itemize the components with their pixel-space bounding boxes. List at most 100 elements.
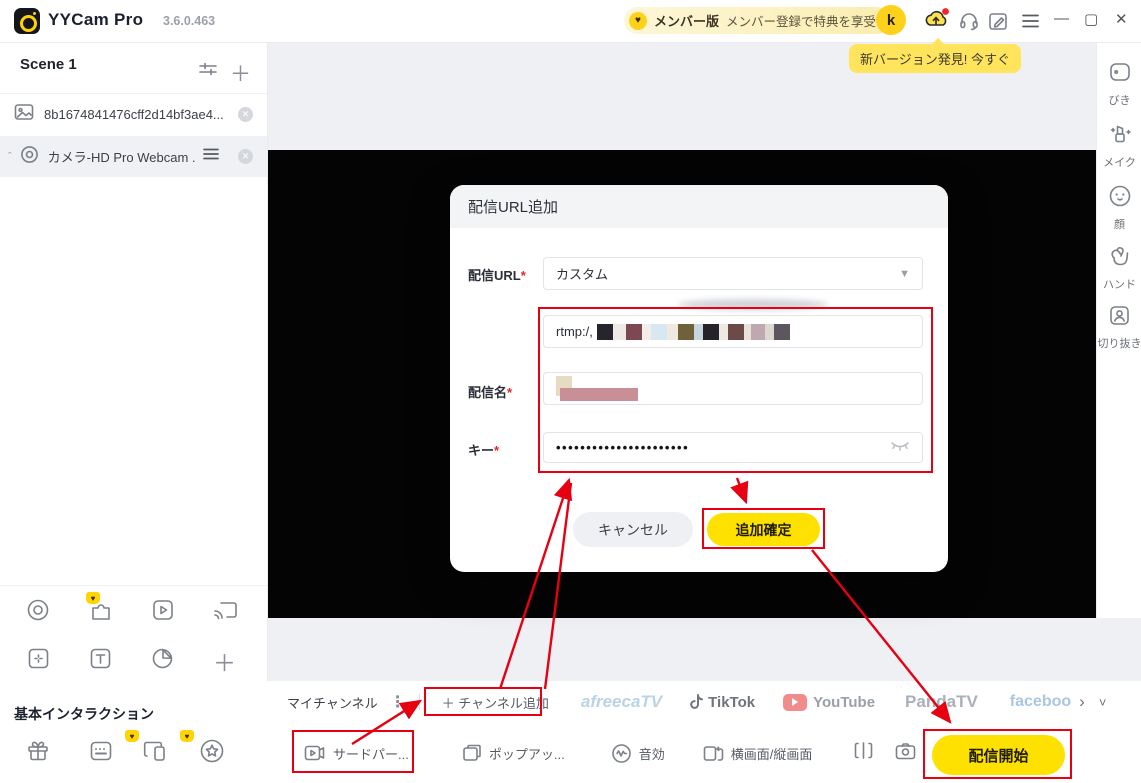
sound-wave-icon: [611, 743, 632, 764]
smiley-face-icon: [1108, 184, 1132, 208]
window-maximize-button[interactable]: ▢: [1084, 12, 1098, 27]
url-field-label: 配信URL*: [468, 265, 526, 284]
start-stream-button[interactable]: 配信開始: [932, 735, 1065, 775]
multi-device-icon[interactable]: [143, 739, 169, 768]
remove-source-icon[interactable]: ✕: [238, 107, 253, 122]
platform-facebook[interactable]: faceboo: [1010, 693, 1071, 711]
url-platform-select[interactable]: カスタム ▼: [543, 257, 923, 290]
key-field-label: キー*: [468, 440, 499, 459]
titlebar: YYCam Pro 3.6.0.463 ♥ メンバー版 メンバー登録で特典を享受…: [0, 0, 1141, 43]
add-channel-button[interactable]: ＋ チャンネル追加: [442, 693, 549, 712]
divider: [419, 694, 420, 710]
channel-bar: マイチャンネル ⋮ ＋ チャンネル追加 afreecaTV TikTok You…: [267, 681, 1141, 724]
camera-tool-icon[interactable]: [26, 598, 50, 627]
panel-item-biki[interactable]: びき: [1097, 60, 1141, 108]
divider: [0, 585, 267, 586]
lipstick-icon: [1108, 122, 1132, 146]
source-item-image[interactable]: 8b1674841476cff2d14bf3ae4... ✕: [0, 94, 267, 135]
remove-source-icon[interactable]: ✕: [238, 149, 253, 164]
member-subtitle: メンバー登録で特典を享受: [726, 11, 876, 30]
vip-badge: ♥: [125, 730, 139, 742]
cancel-button[interactable]: キャンセル: [573, 512, 693, 547]
yycam-window: YYCam Pro 3.6.0.463 ♥ メンバー版 メンバー登録で特典を享受…: [0, 0, 1141, 783]
eye-off-icon[interactable]: [890, 440, 910, 455]
beauty-panel: びき メイク 顔 ハンド 切り抜き: [1096, 42, 1141, 618]
kebab-menu-icon[interactable]: ⋮: [390, 692, 407, 712]
member-title: メンバー版: [654, 11, 719, 30]
redacted-url: [597, 324, 790, 340]
app-version: 3.6.0.463: [163, 14, 215, 28]
screencast-tool-icon[interactable]: [212, 599, 238, 626]
panel-item-label: びき: [1097, 92, 1141, 108]
star-badge-icon[interactable]: [199, 738, 225, 769]
confirm-add-button[interactable]: 追加確定: [707, 513, 820, 546]
redacted-name: [556, 376, 646, 402]
add-source-tool-icon[interactable]: ＋: [213, 644, 236, 678]
image-source-icon: [14, 103, 34, 126]
third-party-button[interactable]: サードパー...: [304, 744, 409, 763]
lower-background: [267, 618, 1141, 681]
scene-filter-icon[interactable]: [198, 60, 218, 83]
video-tool-icon[interactable]: [151, 598, 175, 627]
person-cutout-icon: [1108, 304, 1131, 327]
frame-face-icon: [1108, 60, 1132, 84]
crop-tool-icon[interactable]: [27, 647, 50, 675]
orientation-button[interactable]: 横画面/縦画面: [703, 744, 813, 763]
panel-item-label: メイク: [1097, 154, 1141, 170]
window-minimize-button[interactable]: —: [1054, 11, 1069, 26]
platform-tiktok[interactable]: TikTok: [688, 694, 755, 711]
menu-hamburger-icon[interactable]: [1021, 12, 1040, 35]
app-title: YYCam Pro: [48, 10, 143, 30]
tooltip-caret: [931, 38, 945, 45]
gift-icon[interactable]: [26, 738, 50, 767]
member-banner[interactable]: ♥ メンバー版 メンバー登録で特典を享受: [624, 7, 890, 34]
panel-item-hand[interactable]: ハンド: [1097, 244, 1141, 292]
screenshot-camera-icon[interactable]: [895, 742, 916, 765]
scene-title: Scene 1: [20, 56, 77, 73]
scroll-right-icon[interactable]: ›: [1079, 692, 1085, 712]
panel-item-cutout[interactable]: 切り抜き: [1097, 304, 1141, 351]
stream-name-input[interactable]: [543, 372, 923, 405]
platform-pandatv[interactable]: PandaTV: [905, 692, 978, 712]
split-view-icon[interactable]: [854, 741, 873, 765]
youtube-play-icon: [783, 694, 807, 711]
expand-down-icon[interactable]: ˅: [1099, 695, 1107, 710]
sound-effect-button[interactable]: 音効: [611, 743, 665, 764]
platform-afreecatv[interactable]: afreecaTV: [581, 692, 662, 712]
my-channel-label[interactable]: マイチャンネル: [287, 693, 378, 712]
panel-item-label: ハンド: [1097, 276, 1141, 292]
panel-item-label: 顔: [1097, 216, 1141, 232]
member-heart-icon: ♥: [629, 12, 647, 30]
add-stream-url-dialog: 配信URL追加 配信URL* カスタム ▼ rtmp:/, 配信名* キー* •…: [450, 185, 948, 572]
rtmp-prefix: rtmp:/,: [556, 324, 593, 339]
text-tool-icon[interactable]: [89, 647, 112, 675]
collapse-chevron-icon[interactable]: ˆ: [8, 151, 12, 163]
source-name: カメラ-HD Pro Webcam ...: [48, 147, 196, 166]
window-close-button[interactable]: ✕: [1115, 12, 1128, 27]
app-logo-icon: [14, 8, 40, 34]
sticker-tool-icon[interactable]: [151, 647, 174, 675]
scene-add-icon[interactable]: ＋: [230, 58, 251, 88]
panel-item-face[interactable]: 顔: [1097, 184, 1141, 232]
feedback-edit-icon[interactable]: [988, 11, 1009, 37]
panel-item-makeup[interactable]: メイク: [1097, 122, 1141, 170]
support-headset-icon[interactable]: [958, 10, 980, 37]
interaction-section-title: 基本インタラクション: [14, 704, 154, 724]
chevron-down-icon: ▼: [899, 268, 910, 280]
tooltip-text: 新バージョン発見! 今すぐ: [860, 49, 1010, 68]
selected-platform: カスタム: [556, 264, 608, 283]
stream-key-input[interactable]: ••••••••••••••••••••••: [543, 432, 923, 463]
platform-youtube[interactable]: YouTube: [783, 694, 875, 711]
source-name: 8b1674841476cff2d14bf3ae4...: [44, 107, 224, 122]
new-version-tooltip[interactable]: 新バージョン発見! 今すぐ: [849, 44, 1021, 73]
drag-handle-icon[interactable]: [202, 147, 220, 166]
blur-artifact: [678, 299, 828, 310]
update-cloud-icon[interactable]: [921, 6, 951, 41]
third-party-camera-icon: [304, 744, 326, 762]
panel-item-label: 切り抜き: [1097, 335, 1141, 351]
comment-panel-icon[interactable]: [89, 740, 113, 767]
source-item-camera[interactable]: ˆ カメラ-HD Pro Webcam ... ✕: [0, 136, 267, 177]
popup-button[interactable]: ポップアッ...: [462, 744, 565, 763]
user-avatar[interactable]: k: [876, 5, 906, 35]
rtmp-url-input[interactable]: rtmp:/,: [543, 315, 923, 348]
